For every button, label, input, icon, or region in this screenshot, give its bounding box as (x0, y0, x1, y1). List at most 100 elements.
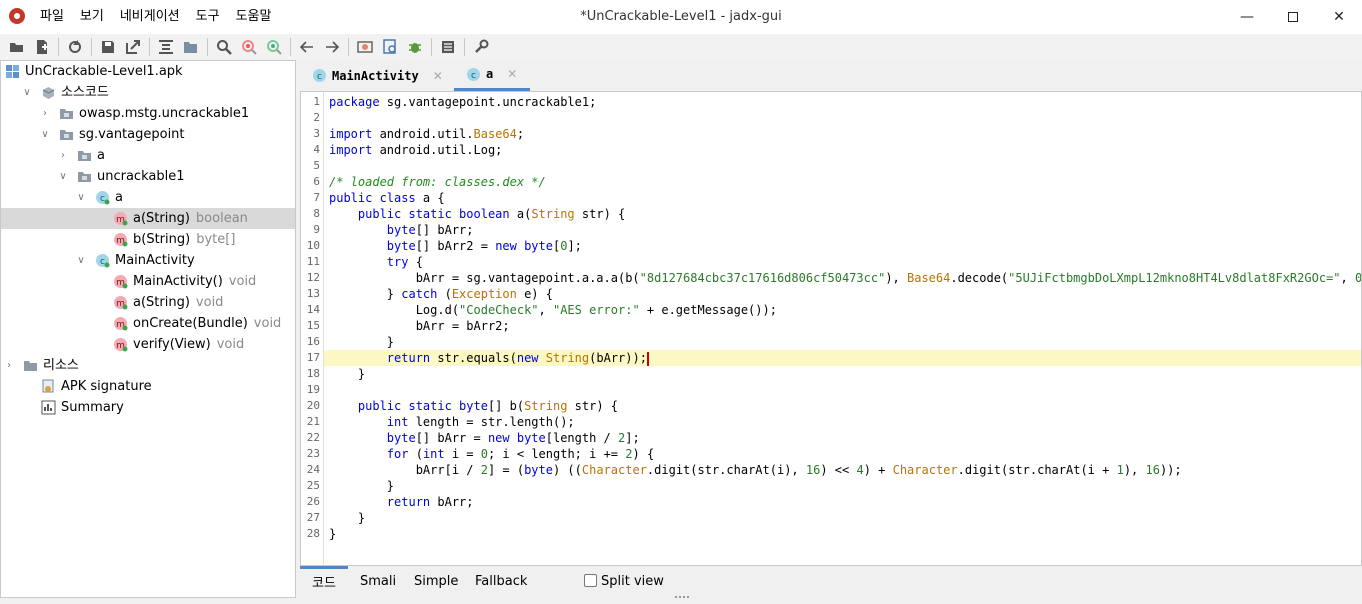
text-search-button[interactable] (213, 36, 235, 58)
chevron-right-icon[interactable]: › (3, 355, 15, 376)
code-token: ] = ( (487, 463, 525, 477)
code-line: } (324, 510, 1361, 526)
chevron-down-icon[interactable]: ∨ (75, 187, 87, 208)
code-token: ]; (625, 431, 640, 445)
tree-item[interactable]: ∨ c a (1, 187, 295, 208)
code-token: Character (892, 463, 958, 477)
menu-tools[interactable]: 도구 (188, 0, 228, 34)
tree-item[interactable]: ∨ sg.vantagepoint (1, 124, 295, 145)
chevron-down-icon[interactable]: ∨ (39, 124, 51, 145)
tree-item[interactable]: Summary (1, 397, 295, 418)
chevron-right-icon[interactable]: › (57, 145, 69, 166)
tree-item[interactable]: m a(String) void (1, 292, 295, 313)
split-view-checkbox[interactable] (584, 574, 597, 587)
minimize-icon: — (1240, 9, 1254, 25)
code-token: ) { (632, 447, 655, 461)
tree-item[interactable]: ∨ 소스코드 (1, 82, 295, 103)
class-icon: c (313, 69, 326, 82)
tab-fallback[interactable]: Fallback (475, 566, 527, 598)
close-window-button[interactable]: ✕ (1316, 0, 1362, 34)
tab-a[interactable]: c a ✕ (454, 60, 530, 91)
flatten-packages-button[interactable] (180, 36, 202, 58)
line-number: 22 (306, 431, 320, 444)
deobfuscation-button[interactable] (354, 36, 376, 58)
chevron-down-icon[interactable]: ∨ (57, 166, 69, 187)
tree-item[interactable]: › a (1, 145, 295, 166)
line-number: 25 (306, 479, 320, 492)
refresh-icon (69, 40, 81, 53)
code-line: return str.equals(new String(bArr)); (324, 350, 1361, 366)
debugger-button[interactable] (404, 36, 426, 58)
tree-item[interactable]: m MainActivity() void (1, 271, 295, 292)
tab-code[interactable]: 코드 (300, 566, 348, 598)
code-token: 2 (480, 463, 488, 477)
code-token: [] b( (487, 399, 525, 413)
code-token: byte (386, 239, 416, 253)
package-folder-icon (77, 148, 92, 163)
line-number: 28 (306, 527, 320, 540)
tree-item[interactable]: › owasp.mstg.uncrackable1 (1, 103, 295, 124)
class-search-button[interactable] (238, 36, 260, 58)
show-log-button[interactable] (437, 36, 459, 58)
deobfuscation-icon (357, 41, 373, 53)
minimize-button[interactable]: — (1224, 0, 1270, 34)
menu-view[interactable]: 보기 (72, 0, 112, 34)
code-line: } (324, 478, 1361, 494)
code-token: package (329, 95, 380, 109)
code-token: 0 (480, 447, 488, 461)
close-tab-icon[interactable]: ✕ (507, 67, 517, 81)
tree-item[interactable]: ∨ c MainActivity (1, 250, 295, 271)
export-gradle-button[interactable] (122, 36, 144, 58)
sync-with-editor-button[interactable] (155, 36, 177, 58)
open-folder-icon (10, 43, 23, 52)
maximize-button[interactable] (1270, 0, 1316, 34)
chevron-down-icon[interactable]: ∨ (21, 82, 33, 103)
code-token: "CodeCheck" (459, 303, 539, 317)
code-token: String (531, 207, 575, 221)
tree-item[interactable]: m verify(View) void (1, 334, 295, 355)
line-number: 5 (313, 159, 320, 172)
forward-button[interactable] (321, 36, 343, 58)
log-viewer-button[interactable] (379, 36, 401, 58)
chevron-down-icon[interactable]: ∨ (75, 250, 87, 271)
tab-simple[interactable]: Simple (414, 566, 458, 598)
menu-bar: 파일 보기 네비게이션 도구 도움말 (32, 0, 279, 34)
tree-item[interactable]: UnCrackable-Level1.apk (1, 61, 295, 82)
svg-text:c: c (317, 72, 322, 82)
line-number: 4 (313, 143, 320, 156)
svg-text:c: c (471, 71, 476, 81)
menu-navigation[interactable]: 네비게이션 (112, 0, 188, 34)
jadx-app-icon (9, 8, 25, 24)
tab-mainactivity[interactable]: c MainActivity ✕ (312, 60, 452, 91)
tree-item[interactable]: APK signature (1, 376, 295, 397)
code-token: ; i < length; i += (487, 447, 626, 461)
back-button[interactable] (296, 36, 318, 58)
code-token: } (329, 367, 366, 381)
tree-item[interactable]: m b(String) byte[] (1, 229, 295, 250)
code-area[interactable]: 1 2 3 4 5 6 7 8 9 10 11 12 13 14 15 16 17 18 19 20 21 22 23 24 2… (300, 91, 1362, 566)
add-files-button[interactable] (31, 36, 53, 58)
open-file-button[interactable] (6, 36, 28, 58)
save-all-button[interactable] (97, 36, 119, 58)
tree-item-text: Summary (61, 400, 124, 415)
code-line: import android.util.Log; (324, 142, 1361, 158)
menu-help[interactable]: 도움말 (228, 0, 280, 34)
reload-button[interactable] (64, 36, 86, 58)
tree-item[interactable]: ∨ uncrackable1 (1, 166, 295, 187)
tree-item[interactable]: m a(String) boolean (1, 208, 295, 229)
resize-grip[interactable] (675, 596, 689, 600)
tree-item[interactable]: › 리소스 (1, 355, 295, 376)
close-tab-icon[interactable]: ✕ (433, 69, 443, 83)
chevron-right-icon[interactable]: › (39, 103, 51, 124)
usage-search-button[interactable] (263, 36, 285, 58)
tree-item-return-type: void (253, 316, 282, 331)
code-token: return (386, 495, 431, 509)
preferences-button[interactable] (470, 36, 492, 58)
code-line: byte[] bArr = new byte[length / 2]; (324, 430, 1361, 446)
tree-item[interactable]: m onCreate(Bundle) void (1, 313, 295, 334)
tab-smali[interactable]: Smali (360, 566, 396, 598)
menu-file[interactable]: 파일 (32, 0, 72, 34)
